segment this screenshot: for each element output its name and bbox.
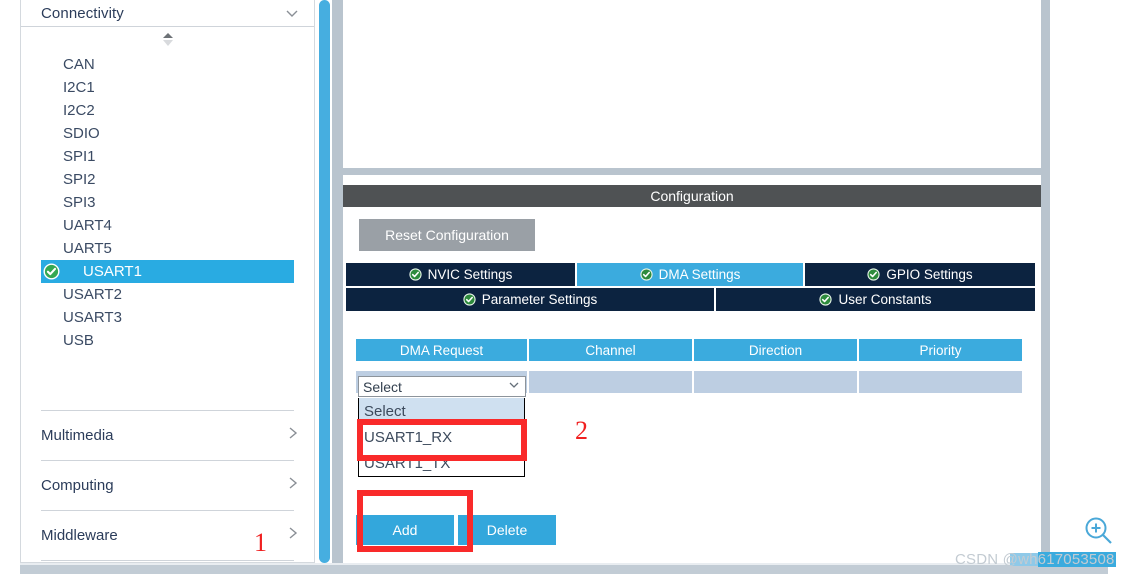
watermark-text: CSDN @wh617053508 (955, 551, 1115, 568)
sidebar-item-spi1[interactable]: SPI1 (21, 145, 314, 168)
tab-label: DMA Settings (658, 267, 741, 282)
sidebar-item-uart5[interactable]: UART5 (21, 237, 314, 260)
sidebar-category-label: Middleware (41, 527, 118, 544)
option-usart1-tx[interactable]: USART1_TX (359, 450, 524, 476)
window-bottom-bar (20, 565, 1108, 574)
tab-nvic-settings[interactable]: NVIC Settings (346, 263, 577, 286)
peripheral-label: I2C1 (63, 79, 95, 96)
configuration-header: Configuration (343, 185, 1041, 207)
peripheral-sidebar: Connectivity CAN I2C1 I2C2 SDIO SPI1 SPI… (20, 0, 315, 563)
reset-configuration-button[interactable]: Reset Configuration (359, 219, 535, 251)
check-circle-icon (819, 293, 833, 306)
peripheral-label: USB (63, 332, 94, 349)
peripheral-label: SDIO (63, 125, 100, 142)
peripheral-label: UART4 (63, 217, 112, 234)
peripheral-label: USART3 (63, 309, 122, 326)
sidebar-divider (41, 560, 294, 561)
tab-user-constants[interactable]: User Constants (716, 288, 1035, 311)
cell-channel[interactable] (528, 371, 692, 393)
tab-label: Parameter Settings (481, 292, 598, 307)
column-header-channel[interactable]: Channel (528, 339, 692, 361)
column-header-dma-request[interactable]: DMA Request (356, 339, 527, 361)
peripheral-list: CAN I2C1 I2C2 SDIO SPI1 SPI2 SPI3 UART4 … (21, 53, 314, 352)
sidebar-scrollbar-thumb[interactable] (319, 0, 330, 563)
dma-table-header: DMA Request Channel Direction Priority (356, 339, 1023, 361)
scroll-updown-icon (162, 33, 173, 46)
sidebar-item-usart3[interactable]: USART3 (21, 306, 314, 329)
sidebar-category-label: Computing (41, 477, 114, 494)
check-circle-icon (408, 268, 422, 281)
sidebar-item-can[interactable]: CAN (21, 53, 314, 76)
configuration-title: Configuration (650, 188, 734, 204)
sidebar-item-spi2[interactable]: SPI2 (21, 168, 314, 191)
settings-tabs-row-1: NVIC Settings DMA Settings GPIO Settings (346, 263, 1035, 286)
sidebar-item-computing[interactable]: Computing (21, 461, 314, 510)
sidebar-group-label: Connectivity (41, 4, 124, 22)
dma-request-option-list[interactable]: Select USART1_RX USART1_TX (358, 398, 525, 477)
peripheral-label: SPI1 (63, 148, 96, 165)
list-scroll-spinner[interactable] (21, 27, 314, 53)
tab-label: NVIC Settings (427, 267, 513, 282)
column-header-direction[interactable]: Direction (693, 339, 857, 361)
check-circle-icon (43, 263, 60, 280)
app-root: Connectivity CAN I2C1 I2C2 SDIO SPI1 SPI… (0, 0, 1138, 577)
dma-request-select-box[interactable]: Select (358, 376, 526, 397)
peripheral-label: USART2 (63, 286, 122, 303)
check-circle-icon (639, 268, 653, 281)
annotation-marker-2: 2 (575, 416, 588, 445)
peripheral-label: I2C2 (63, 102, 95, 119)
check-circle-icon (463, 293, 476, 306)
tab-label: User Constants (838, 292, 932, 307)
option-usart1-rx[interactable]: USART1_RX (359, 424, 524, 450)
panel-split-divider (332, 0, 343, 570)
tab-gpio-settings[interactable]: GPIO Settings (805, 263, 1035, 286)
peripheral-label: SPI3 (63, 194, 96, 211)
check-circle-icon (867, 268, 880, 281)
tab-parameter-settings[interactable]: Parameter Settings (346, 288, 716, 311)
right-edge-divider (1041, 0, 1050, 570)
pinout-preview-area (343, 0, 1041, 175)
sidebar-item-multimedia[interactable]: Multimedia (21, 411, 314, 460)
tab-label: GPIO Settings (886, 267, 973, 282)
chevron-down-icon[interactable] (507, 378, 521, 395)
peripheral-label: SPI2 (63, 171, 96, 188)
cell-priority[interactable] (859, 371, 1023, 393)
peripheral-label: USART1 (83, 263, 142, 280)
peripheral-label: CAN (63, 56, 95, 73)
sidebar-group-connectivity[interactable]: Connectivity (21, 0, 314, 27)
cell-direction[interactable] (693, 371, 857, 393)
sidebar-item-i2c2[interactable]: I2C2 (21, 99, 314, 122)
annotation-marker-1: 1 (254, 528, 267, 557)
tab-dma-settings[interactable]: DMA Settings (577, 263, 805, 286)
peripheral-label: UART5 (63, 240, 112, 257)
sidebar-item-i2c1[interactable]: I2C1 (21, 76, 314, 99)
sidebar-item-usb[interactable]: USB (21, 329, 314, 352)
zoom-in-magnifier-icon[interactable] (1082, 514, 1116, 548)
option-select[interactable]: Select (359, 398, 524, 424)
dma-request-select-value: Select (363, 378, 402, 395)
sidebar-item-middleware[interactable]: Middleware (21, 511, 314, 560)
chevron-right-icon[interactable] (286, 475, 300, 496)
sidebar-category-label: Multimedia (41, 427, 114, 444)
sidebar-item-usart2[interactable]: USART2 (21, 283, 314, 306)
column-header-priority[interactable]: Priority (859, 339, 1023, 361)
sidebar-item-sdio[interactable]: SDIO (21, 122, 314, 145)
chevron-right-icon[interactable] (286, 425, 300, 446)
delete-button[interactable]: Delete (458, 515, 556, 545)
add-button[interactable]: Add (356, 515, 454, 545)
sidebar-item-uart4[interactable]: UART4 (21, 214, 314, 237)
sidebar-item-spi3[interactable]: SPI3 (21, 191, 314, 214)
settings-tabs-row-2: Parameter Settings User Constants (346, 288, 1035, 311)
dma-request-select[interactable]: Select Select USART1_RX USART1_TX (358, 376, 526, 477)
chevron-down-icon[interactable] (284, 5, 300, 21)
chevron-right-icon[interactable] (286, 525, 300, 546)
sidebar-scrollbar[interactable] (319, 0, 330, 563)
sidebar-item-usart1[interactable]: USART1 (41, 260, 294, 283)
